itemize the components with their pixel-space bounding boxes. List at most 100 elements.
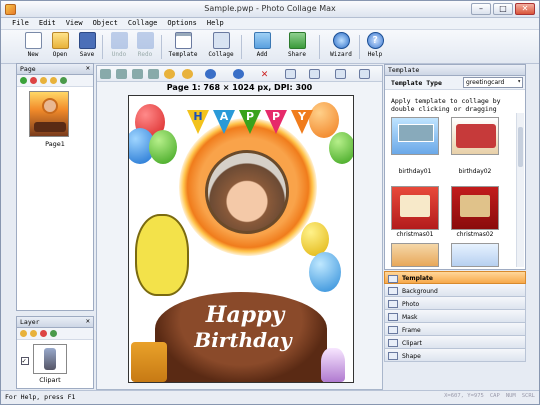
tab-background[interactable]: Background <box>384 284 526 297</box>
add-image-icon <box>253 32 271 49</box>
bring-front-icon[interactable] <box>164 69 175 79</box>
banner-letter: P <box>265 110 287 134</box>
menu-object[interactable]: Object <box>88 18 123 29</box>
template-thumb-birthday02[interactable] <box>451 117 499 155</box>
send-back-icon[interactable] <box>182 69 193 79</box>
remove-icon[interactable]: ✕ <box>259 68 270 79</box>
menu-file[interactable]: File <box>7 18 34 29</box>
canvas-toolbar: ✕ <box>97 66 382 82</box>
template-panel-header: Template <box>385 65 525 76</box>
copy-icon[interactable] <box>116 69 127 79</box>
child-photo <box>205 150 289 234</box>
fit-icon[interactable] <box>285 69 296 79</box>
menu-edit[interactable]: Edit <box>34 18 61 29</box>
template-scrollbar[interactable] <box>516 113 524 267</box>
menu-options[interactable]: Options <box>162 18 202 29</box>
move-down-icon[interactable] <box>50 77 57 84</box>
menu-view[interactable]: View <box>61 18 88 29</box>
delete-page-icon[interactable] <box>30 77 37 84</box>
tab-mask[interactable]: Mask <box>384 310 526 323</box>
floppy-icon <box>78 32 96 49</box>
background-tab-icon <box>388 287 398 295</box>
page-panel: Page ✕ Page1 <box>16 63 94 311</box>
print-icon[interactable] <box>359 69 370 79</box>
zoom-icon[interactable] <box>309 69 320 79</box>
layer-visible-checkbox[interactable]: ✓ <box>21 357 29 365</box>
tab-clipart[interactable]: Clipart <box>384 336 526 349</box>
menu-bar: File Edit View Object Collage Options He… <box>1 18 539 30</box>
view-icon[interactable] <box>335 69 346 79</box>
template-thumb-next2[interactable] <box>451 243 499 267</box>
crop-icon[interactable] <box>132 69 143 79</box>
template-thumb-birthday01[interactable] <box>391 117 439 155</box>
close-button[interactable]: ✕ <box>515 3 535 15</box>
save-button[interactable]: Save <box>75 32 99 62</box>
wine-glass <box>321 348 345 382</box>
select-icon[interactable] <box>100 69 111 79</box>
balloon-green-right <box>329 132 353 164</box>
page-panel-tools <box>17 75 93 87</box>
template-thumb-christmas01[interactable] <box>391 186 439 230</box>
template-panel: Template Template Type greetingcard ▾ Ap… <box>384 64 526 270</box>
refresh-icon[interactable] <box>60 77 67 84</box>
collage-button[interactable]: Collage <box>208 32 234 62</box>
tab-shape[interactable]: Shape <box>384 349 526 362</box>
window-title: Sample.pwp - Photo Collage Max <box>204 4 336 13</box>
close-icon[interactable]: ✕ <box>86 64 90 72</box>
gift-basket <box>131 342 167 382</box>
template-type-row: Template Type greetingcard ▾ <box>385 76 525 90</box>
add-button[interactable]: Add <box>250 32 274 62</box>
template-thumb-christmas02[interactable] <box>451 186 499 230</box>
menu-collage[interactable]: Collage <box>123 18 163 29</box>
redo-button[interactable]: Redo <box>133 32 157 62</box>
add-page-icon[interactable] <box>20 77 27 84</box>
template-type-select[interactable]: greetingcard ▾ <box>463 77 523 88</box>
tab-frame[interactable]: Frame <box>384 323 526 336</box>
happy-banner: H A P P Y <box>187 110 313 134</box>
layer-panel-tools <box>17 328 93 340</box>
banner-letter: Y <box>291 110 313 134</box>
minimize-button[interactable]: – <box>471 3 491 15</box>
share-icon <box>288 32 306 49</box>
folder-icon <box>51 32 69 49</box>
help-button[interactable]: ? Help <box>363 32 387 62</box>
close-icon[interactable]: ✕ <box>86 317 90 325</box>
new-document-icon <box>24 32 42 49</box>
photo-tab-icon <box>388 300 398 308</box>
redo-icon <box>136 32 154 49</box>
template-thumb-next1[interactable] <box>391 243 439 267</box>
help-icon: ? <box>366 32 384 49</box>
delete-icon[interactable] <box>148 69 159 79</box>
banner-letter: H <box>187 110 209 134</box>
template-label: birthday02 <box>458 168 492 175</box>
rotate-right-icon[interactable] <box>205 69 216 79</box>
status-text: For Help, press F1 <box>5 393 76 401</box>
template-label: christmas02 <box>456 231 494 238</box>
tab-template[interactable]: Template <box>384 271 526 284</box>
send-backward-icon[interactable] <box>30 330 37 337</box>
maximize-button[interactable]: □ <box>493 3 513 15</box>
wizard-button[interactable]: Wizard <box>329 32 353 62</box>
bring-forward-icon[interactable] <box>20 330 27 337</box>
refresh-icon[interactable] <box>50 330 57 337</box>
template-icon <box>174 32 192 49</box>
layer-thumbnail[interactable] <box>33 344 67 374</box>
layer-panel-header: Layer ✕ <box>17 317 93 328</box>
delete-layer-icon[interactable] <box>40 330 47 337</box>
shape-tab-icon <box>388 352 398 360</box>
status-num: NUM <box>505 393 516 399</box>
share-button[interactable]: Share <box>285 32 309 62</box>
main-toolbar: New Open Save Undo Redo Template Collage… <box>1 30 539 64</box>
move-up-icon[interactable] <box>40 77 47 84</box>
collage-canvas[interactable]: H A P P Y Happy Birthday <box>128 95 354 383</box>
menu-help[interactable]: Help <box>202 18 229 29</box>
template-button[interactable]: Template <box>169 32 197 62</box>
tab-photo[interactable]: Photo <box>384 297 526 310</box>
layer-panel: Layer ✕ ✓ Clipart <box>16 316 94 389</box>
wizard-icon <box>332 32 350 49</box>
rotate-left-icon[interactable] <box>233 69 244 79</box>
canvas-workspace: ✕ Page 1: 768 × 1024 px, DPI: 300 H A P … <box>96 65 383 390</box>
mask-tab-icon <box>388 313 398 321</box>
page-label: Page1 <box>45 140 65 148</box>
page-thumbnail[interactable] <box>29 91 69 137</box>
